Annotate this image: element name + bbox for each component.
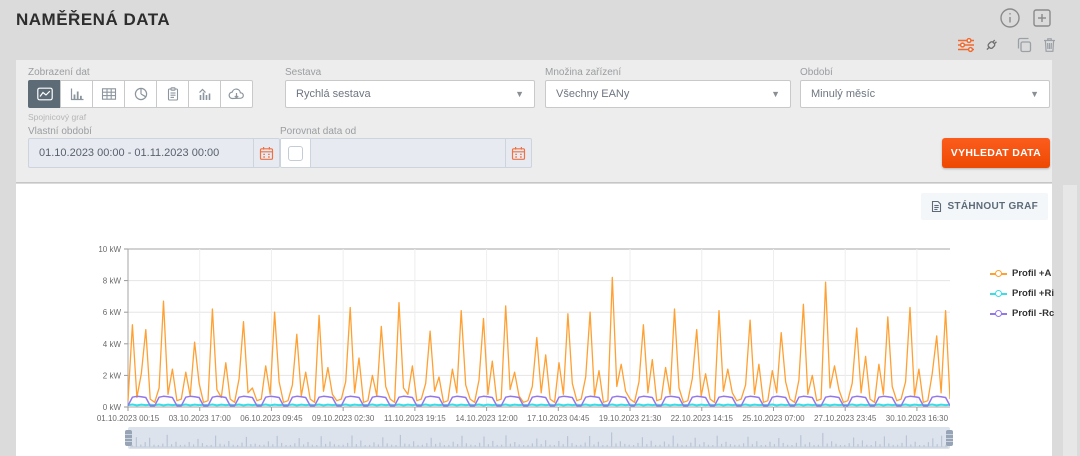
legend-marker	[990, 309, 1007, 318]
compare-input-group	[280, 138, 532, 168]
svg-text:03.10.2023 17:00: 03.10.2023 17:00	[169, 414, 232, 423]
add-icon[interactable]	[1030, 6, 1054, 30]
filter-sliders-icon[interactable]	[957, 36, 975, 54]
svg-text:27.10.2023 23:45: 27.10.2023 23:45	[814, 414, 877, 423]
compare-checkbox-cell	[281, 139, 311, 167]
display-line-chart-button[interactable]	[28, 80, 61, 108]
svg-text:01.10.2023 00:15: 01.10.2023 00:15	[97, 414, 160, 423]
calendar-icon[interactable]	[505, 139, 531, 167]
custom-period-input-group: 01.10.2023 00:00 - 01.11.2023 00:00	[28, 138, 280, 168]
display-bar-chart-button[interactable]	[60, 80, 93, 108]
svg-text:25.10.2023 07:00: 25.10.2023 07:00	[742, 414, 805, 423]
report-select[interactable]: Rychlá sestava ▼	[285, 80, 535, 108]
report-label: Sestava	[285, 67, 321, 78]
download-chart-button[interactable]: STÁHNOUT GRAF	[921, 193, 1048, 220]
custom-period-label: Vlastní období	[28, 126, 92, 137]
chart-range-scrollbar[interactable]	[128, 427, 950, 449]
filter-panel: Zobrazení dat	[16, 60, 1052, 183]
display-label: Zobrazení dat	[28, 67, 90, 78]
period-label: Období	[800, 67, 833, 78]
chart-panel: STÁHNOUT GRAF 10 kW 8 kW 6 kW 4 kW 2 kW 0 kW 0…	[16, 184, 1052, 456]
display-clipboard-button[interactable]	[156, 80, 189, 108]
svg-text:6 kW: 6 kW	[103, 308, 122, 317]
svg-text:19.10.2023 21:30: 19.10.2023 21:30	[599, 414, 662, 423]
svg-text:0 kW: 0 kW	[103, 403, 122, 412]
plug-icon[interactable]	[982, 36, 1000, 54]
display-pie-chart-button[interactable]	[124, 80, 157, 108]
compare-checkbox[interactable]	[288, 146, 303, 161]
line-chart: 10 kW 8 kW 6 kW 4 kW 2 kW 0 kW 01.10.2023 00:1…	[94, 245, 950, 425]
svg-text:22.10.2023 14:15: 22.10.2023 14:15	[671, 414, 734, 423]
calendar-icon[interactable]	[253, 139, 279, 167]
svg-text:06.10.2023 09:45: 06.10.2023 09:45	[240, 414, 303, 423]
custom-period-input[interactable]: 01.10.2023 00:00 - 01.11.2023 00:00	[29, 139, 253, 167]
svg-text:2 kW: 2 kW	[103, 371, 122, 380]
svg-text:14.10.2023 12:00: 14.10.2023 12:00	[455, 414, 518, 423]
display-cloud-download-button[interactable]	[220, 80, 253, 108]
svg-text:09.10.2023 02:30: 09.10.2023 02:30	[312, 414, 375, 423]
svg-text:17.10.2023 04:45: 17.10.2023 04:45	[527, 414, 590, 423]
legend-item-profil-ri[interactable]: Profil +Ri	[990, 288, 1054, 299]
display-type-button-group	[28, 80, 253, 108]
download-chart-label: STÁHNOUT GRAF	[947, 201, 1038, 212]
chevron-down-icon: ▼	[515, 89, 524, 99]
range-handle-right[interactable]	[946, 430, 953, 446]
toolbar-icon-group	[957, 36, 1058, 54]
legend-marker	[990, 289, 1007, 298]
info-icon[interactable]	[998, 6, 1022, 30]
devices-select[interactable]: Všechny EANy ▼	[545, 80, 791, 108]
svg-text:10 kW: 10 kW	[98, 245, 121, 254]
range-handle-left[interactable]	[125, 430, 132, 446]
period-select[interactable]: Minulý měsíc ▼	[800, 80, 1050, 108]
legend-item-profil-a[interactable]: Profil +A	[990, 268, 1054, 279]
document-icon	[931, 200, 942, 213]
devices-label: Množina zařízení	[545, 67, 621, 78]
svg-text:30.10.2023 16:30: 30.10.2023 16:30	[886, 414, 949, 423]
chevron-down-icon: ▼	[771, 89, 780, 99]
page-title: NAMĚŘENÁ DATA	[16, 10, 170, 30]
devices-select-value: Všechny EANy	[556, 88, 629, 100]
search-data-button[interactable]: VYHLEDAT DATA	[942, 138, 1050, 168]
svg-text:8 kW: 8 kW	[103, 277, 122, 286]
trash-icon[interactable]	[1040, 36, 1058, 54]
chevron-down-icon: ▼	[1030, 89, 1039, 99]
header-icon-group	[998, 6, 1054, 30]
legend-label: Profil +Ri	[1012, 288, 1054, 299]
svg-text:11.10.2023 19:15: 11.10.2023 19:15	[384, 414, 446, 423]
compare-label: Porovnat data od	[280, 126, 356, 137]
display-histogram-button[interactable]	[188, 80, 221, 108]
vertical-scrollbar[interactable]	[1063, 185, 1077, 456]
display-table-button[interactable]	[92, 80, 125, 108]
compare-date-input[interactable]	[311, 139, 505, 167]
svg-text:4 kW: 4 kW	[103, 340, 122, 349]
chart-legend: Profil +A Profil +Ri Profil -Rc	[990, 268, 1054, 328]
report-select-value: Rychlá sestava	[296, 88, 371, 100]
legend-label: Profil +A	[1012, 268, 1051, 279]
minimap-preview	[128, 427, 950, 449]
legend-label: Profil -Rc	[1012, 308, 1054, 319]
period-select-value: Minulý měsíc	[811, 88, 875, 100]
display-type-caption: Spojnicový graf	[28, 112, 86, 122]
legend-marker	[990, 269, 1007, 278]
legend-item-profil-rc[interactable]: Profil -Rc	[990, 308, 1054, 319]
duplicate-icon[interactable]	[1015, 36, 1033, 54]
